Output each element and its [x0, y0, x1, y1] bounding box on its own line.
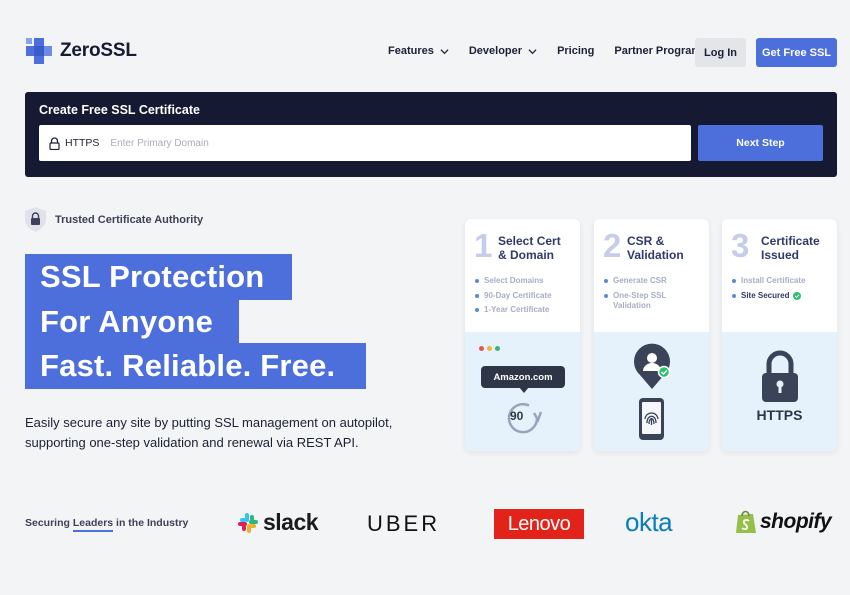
- nav-features[interactable]: Features: [388, 45, 449, 57]
- nav-developer-label: Developer: [468, 45, 523, 57]
- next-step-button[interactable]: Next Step: [698, 125, 823, 161]
- renewal-days: 90: [510, 409, 524, 423]
- check-circle-icon: [793, 291, 802, 300]
- https-prefix: HTTPS: [65, 137, 100, 149]
- logo-text: ZeroSSL: [60, 40, 137, 61]
- step-number: 3: [731, 227, 750, 264]
- chevron-down-icon: [440, 48, 449, 54]
- list-item-label: One-Step SSL Validation: [613, 290, 667, 310]
- uber-logo: UBER: [367, 511, 441, 536]
- create-title: Create Free SSL Certificate: [39, 103, 200, 117]
- list-item-label: Generate CSR: [613, 276, 667, 285]
- shopify-logo: shopify: [735, 509, 832, 534]
- step-card-3: 3 Certificate Issued Install Certificate…: [722, 219, 837, 451]
- step-card-1: 1 Select Cert & Domain Select Domains 90…: [465, 219, 580, 451]
- create-certificate-bar: Create Free SSL Certificate HTTPS Next S…: [25, 92, 837, 177]
- fingerprint-phone-icon: [639, 398, 664, 440]
- shield-lock-icon: [25, 207, 46, 232]
- zerossl-logo[interactable]: ZeroSSL: [26, 38, 137, 64]
- pill-pointer: [519, 387, 529, 393]
- step-items: Select Domains 90-Day Certificate 1-Year…: [475, 276, 552, 320]
- headline-line-2: For Anyone: [25, 299, 239, 345]
- lock-icon: [49, 136, 60, 150]
- step-title-line: CSR &: [627, 234, 665, 248]
- headline-line-1: SSL Protection: [25, 254, 292, 300]
- leaders-highlight: Leaders: [72, 517, 114, 532]
- step-title-line: Select Cert: [498, 234, 561, 248]
- domain-input-box[interactable]: HTTPS: [39, 125, 691, 161]
- list-item-label: 90-Day Certificate: [484, 290, 552, 300]
- window-dots: [479, 346, 503, 351]
- step-items: Generate CSR One-Step SSL Validation: [604, 276, 682, 315]
- headline-line-3: Fast. Reliable. Free.: [25, 343, 366, 389]
- step-illustration: [594, 332, 709, 451]
- trusted-label: Trusted Certificate Authority: [55, 213, 204, 226]
- slack-logo-icon: [238, 512, 258, 533]
- zerossl-logo-icon: [26, 38, 52, 64]
- step-title-line: Issued: [761, 248, 800, 262]
- step-title: CSR & Validation: [627, 234, 684, 262]
- list-item-label: 1-Year Certificate: [484, 305, 550, 314]
- shopify-wordmark: shopify: [760, 509, 832, 533]
- nav-partner-label: Partner Program: [614, 45, 702, 57]
- domain-pill: Amazon.com: [481, 366, 565, 388]
- leaders-label: Securing Leaders in the Industry: [25, 517, 189, 532]
- trusted-ca: Trusted Certificate Authority: [25, 207, 203, 232]
- step-card-2: 2 CSR & Validation Generate CSR One-Step…: [594, 219, 709, 451]
- list-item: Site Secured: [732, 291, 805, 301]
- step-illustration: Amazon.com 90: [465, 332, 580, 451]
- nav-pricing-label: Pricing: [557, 45, 595, 57]
- list-item: 1-Year Certificate: [475, 305, 552, 315]
- step-title: Select Cert & Domain: [498, 234, 561, 262]
- chevron-down-icon: [528, 48, 537, 54]
- list-item-label: Install Certificate: [741, 276, 806, 285]
- list-item-label: Select Domains: [484, 276, 544, 285]
- list-item-label: Site Secured: [741, 290, 790, 300]
- slack-wordmark: slack: [263, 509, 319, 535]
- step-items: Install Certificate Site Secured: [732, 276, 805, 305]
- leaders-suffix: in the Industry: [113, 517, 189, 529]
- step-title: Certificate Issued: [761, 234, 820, 262]
- list-item: Generate CSR: [604, 276, 682, 286]
- nav-pricing[interactable]: Pricing: [557, 45, 594, 57]
- okta-logo: okta: [625, 507, 673, 537]
- user-location-pin-icon: [634, 343, 671, 389]
- padlock-icon: [762, 350, 798, 402]
- list-item: One-Step SSL Validation: [604, 291, 682, 311]
- primary-domain-input[interactable]: [110, 137, 611, 149]
- nav-features-label: Features: [388, 45, 434, 57]
- lenovo-logo: Lenovo: [494, 509, 584, 539]
- slack-logo: slack: [237, 509, 319, 536]
- hero-subtitle: Easily secure any site by putting SSL ma…: [25, 415, 393, 450]
- step-number: 2: [603, 227, 622, 264]
- get-free-ssl-button[interactable]: Get Free SSL: [756, 38, 837, 67]
- main-nav: Features Developer Pricing Partner Progr…: [388, 45, 721, 57]
- nav-developer[interactable]: Developer: [469, 45, 537, 57]
- shopify-bag-icon: [736, 510, 756, 533]
- list-item: 90-Day Certificate: [475, 291, 552, 301]
- list-item: Install Certificate: [732, 276, 805, 286]
- nav-partner-program[interactable]: Partner Program: [614, 45, 701, 57]
- step-title-line: & Domain: [498, 248, 555, 262]
- leaders-prefix: Securing: [25, 517, 73, 529]
- login-button[interactable]: Log In: [695, 38, 746, 67]
- step-title-line: Validation: [627, 248, 684, 262]
- list-item: Select Domains: [475, 276, 552, 286]
- step-number: 1: [474, 227, 493, 264]
- https-label: HTTPS: [756, 407, 803, 423]
- step-illustration: HTTPS: [722, 332, 837, 451]
- step-title-line: Certificate: [761, 234, 820, 248]
